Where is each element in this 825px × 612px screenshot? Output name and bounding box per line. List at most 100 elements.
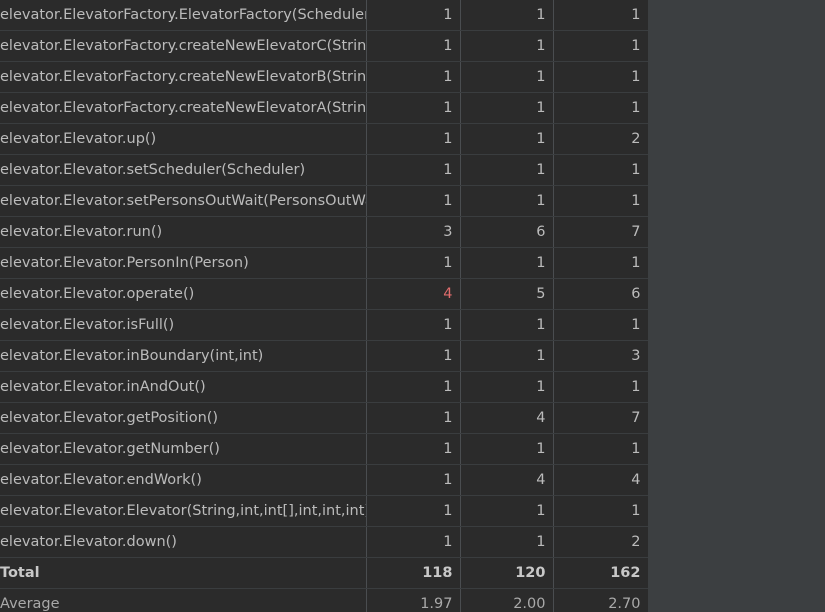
metric-c: 2	[553, 526, 648, 558]
table-row[interactable]: elevator.ElevatorFactory.createNewElevat…	[0, 30, 648, 62]
metric-b: 1	[460, 309, 554, 341]
method-name: elevator.Elevator.PersonIn(Person)	[0, 247, 367, 279]
method-name: elevator.Elevator.isFull()	[0, 309, 367, 341]
metric-b: 1	[460, 30, 554, 62]
average-label: Average	[0, 588, 367, 612]
metric-b: 1	[460, 123, 554, 155]
metric-c: 1	[553, 0, 648, 31]
metric-a: 1	[366, 247, 461, 279]
metric-a: 1	[366, 30, 461, 62]
metric-c: 6	[553, 278, 648, 310]
method-name: elevator.Elevator.setScheduler(Scheduler…	[0, 154, 367, 186]
metric-b: 1	[460, 340, 554, 372]
method-name: elevator.Elevator.run()	[0, 216, 367, 248]
average-c: 2.70	[553, 588, 648, 612]
table-row[interactable]: elevator.Elevator.inBoundary(int,int) 1 …	[0, 340, 648, 372]
method-name: elevator.Elevator.getPosition()	[0, 402, 367, 434]
metric-c: 1	[553, 371, 648, 403]
metric-b: 4	[460, 464, 554, 496]
average-row: Average 1.97 2.00 2.70	[0, 588, 648, 612]
metric-b: 1	[460, 154, 554, 186]
metric-c: 1	[553, 495, 648, 527]
table-row[interactable]: elevator.Elevator.PersonIn(Person) 1 1 1	[0, 247, 648, 279]
metric-a: 1	[366, 433, 461, 465]
table-row[interactable]: elevator.Elevator.up() 1 1 2	[0, 123, 648, 155]
metric-a: 1	[366, 402, 461, 434]
average-a: 1.97	[366, 588, 461, 612]
table-row[interactable]: elevator.Elevator.Elevator(String,int,in…	[0, 495, 648, 527]
metric-c: 1	[553, 154, 648, 186]
total-b: 120	[460, 557, 554, 589]
method-name: elevator.Elevator.setPersonsOutWait(Pers…	[0, 185, 367, 217]
table-row[interactable]: elevator.Elevator.getNumber() 1 1 1	[0, 433, 648, 465]
metric-c: 1	[553, 30, 648, 62]
method-name: elevator.Elevator.inAndOut()	[0, 371, 367, 403]
metric-c: 1	[553, 61, 648, 93]
metric-c: 1	[553, 309, 648, 341]
metric-a: 1	[366, 464, 461, 496]
metric-a: 1	[366, 495, 461, 527]
method-name: elevator.Elevator.inBoundary(int,int)	[0, 340, 367, 372]
metric-b: 1	[460, 495, 554, 527]
metric-c: 1	[553, 92, 648, 124]
metric-a: 1	[366, 123, 461, 155]
average-b: 2.00	[460, 588, 554, 612]
total-c: 162	[553, 557, 648, 589]
metric-a: 1	[366, 0, 461, 31]
metric-b: 1	[460, 526, 554, 558]
metric-a: 1	[366, 185, 461, 217]
metric-a: 1	[366, 526, 461, 558]
metric-b: 1	[460, 371, 554, 403]
metric-c: 7	[553, 402, 648, 434]
table-row[interactable]: elevator.Elevator.down() 1 1 2	[0, 526, 648, 558]
metric-c: 3	[553, 340, 648, 372]
metric-b: 1	[460, 433, 554, 465]
metric-a: 3	[366, 216, 461, 248]
table-row[interactable]: elevator.Elevator.operate() 4 5 6	[0, 278, 648, 310]
metric-b: 5	[460, 278, 554, 310]
method-name: elevator.Elevator.endWork()	[0, 464, 367, 496]
metric-b: 1	[460, 0, 554, 31]
table-row[interactable]: elevator.ElevatorFactory.createNewElevat…	[0, 61, 648, 93]
table-row[interactable]: elevator.Elevator.endWork() 1 4 4	[0, 464, 648, 496]
metric-b: 1	[460, 61, 554, 93]
metric-c: 1	[553, 185, 648, 217]
table-row[interactable]: elevator.Elevator.run() 3 6 7	[0, 216, 648, 248]
empty-side-panel	[648, 0, 825, 612]
method-name: elevator.Elevator.up()	[0, 123, 367, 155]
table-row[interactable]: elevator.ElevatorFactory.ElevatorFactory…	[0, 0, 648, 31]
method-name: elevator.ElevatorFactory.createNewElevat…	[0, 61, 367, 93]
metric-b: 1	[460, 185, 554, 217]
metric-c: 2	[553, 123, 648, 155]
metric-b: 1	[460, 92, 554, 124]
metric-a: 1	[366, 92, 461, 124]
total-a: 118	[366, 557, 461, 589]
metric-b: 1	[460, 247, 554, 279]
table-row[interactable]: elevator.Elevator.isFull() 1 1 1	[0, 309, 648, 341]
metric-a: 1	[366, 61, 461, 93]
method-name: elevator.Elevator.down()	[0, 526, 367, 558]
table-row[interactable]: elevator.ElevatorFactory.createNewElevat…	[0, 92, 648, 124]
metric-b: 6	[460, 216, 554, 248]
metric-c: 1	[553, 247, 648, 279]
metric-a-highlighted: 4	[366, 278, 461, 310]
method-name: elevator.Elevator.operate()	[0, 278, 367, 310]
metric-a: 1	[366, 371, 461, 403]
metric-a: 1	[366, 154, 461, 186]
method-name: elevator.ElevatorFactory.createNewElevat…	[0, 92, 367, 124]
total-label: Total	[0, 557, 367, 589]
metrics-table: elevator.ElevatorFactory.ElevatorFactory…	[0, 0, 648, 612]
method-name: elevator.Elevator.Elevator(String,int,in…	[0, 495, 367, 527]
metric-c: 7	[553, 216, 648, 248]
metric-a: 1	[366, 340, 461, 372]
table-row[interactable]: elevator.Elevator.setPersonsOutWait(Pers…	[0, 185, 648, 217]
total-row: Total 118 120 162	[0, 557, 648, 589]
table-row[interactable]: elevator.Elevator.setScheduler(Scheduler…	[0, 154, 648, 186]
metric-b: 4	[460, 402, 554, 434]
metric-c: 4	[553, 464, 648, 496]
method-name: elevator.Elevator.getNumber()	[0, 433, 367, 465]
metric-c: 1	[553, 433, 648, 465]
metric-a: 1	[366, 309, 461, 341]
table-row[interactable]: elevator.Elevator.getPosition() 1 4 7	[0, 402, 648, 434]
table-row[interactable]: elevator.Elevator.inAndOut() 1 1 1	[0, 371, 648, 403]
